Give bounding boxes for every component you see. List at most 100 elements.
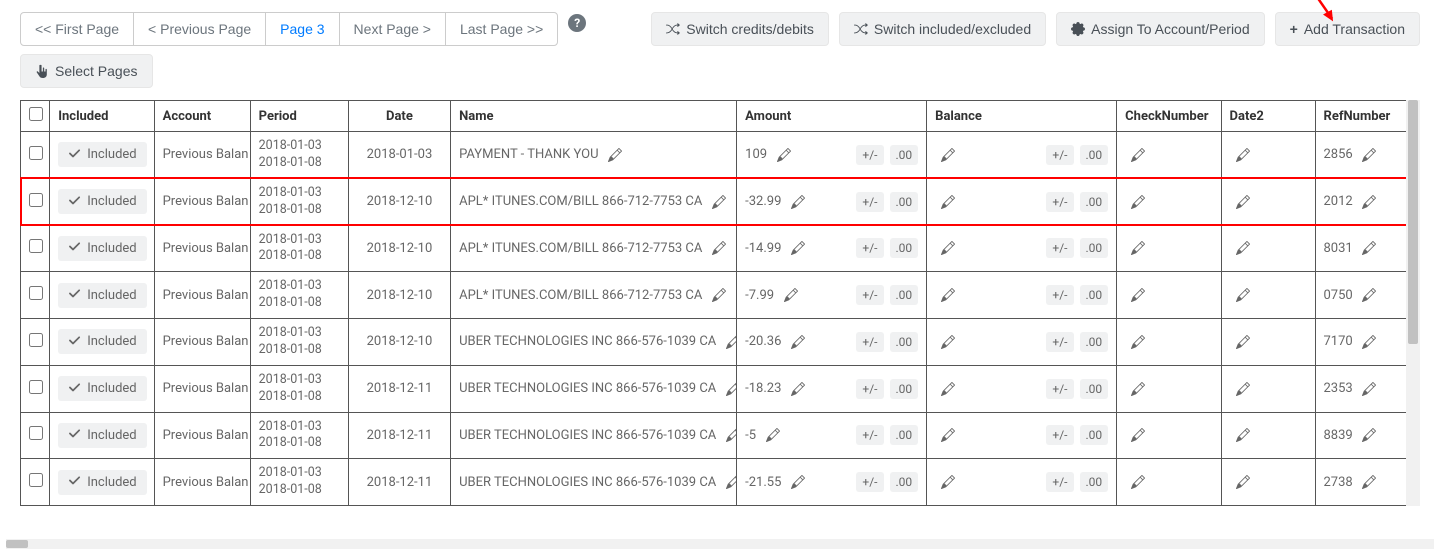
plus-minus-toggle[interactable]: +/-	[1046, 425, 1073, 445]
previous-page-button[interactable]: < Previous Page	[133, 12, 266, 46]
edit-icon[interactable]	[1131, 194, 1145, 209]
edit-icon[interactable]	[1236, 475, 1250, 490]
edit-icon[interactable]	[941, 334, 955, 349]
edit-icon[interactable]	[1362, 475, 1376, 490]
edit-icon[interactable]	[1131, 147, 1145, 162]
row-checkbox[interactable]	[29, 426, 43, 440]
edit-icon[interactable]	[1236, 194, 1250, 209]
header-name[interactable]: Name	[451, 101, 737, 132]
edit-icon[interactable]	[1362, 288, 1376, 303]
edit-icon[interactable]	[941, 475, 955, 490]
decimal-badge[interactable]: .00	[1080, 238, 1109, 258]
edit-icon[interactable]	[941, 241, 955, 256]
plus-minus-toggle[interactable]: +/-	[856, 379, 883, 399]
plus-minus-toggle[interactable]: +/-	[1046, 379, 1073, 399]
edit-icon[interactable]	[1236, 381, 1250, 396]
edit-icon[interactable]	[712, 194, 726, 209]
horizontal-scrollbar-thumb[interactable]	[6, 540, 28, 548]
edit-icon[interactable]	[1131, 288, 1145, 303]
decimal-badge[interactable]: .00	[1080, 332, 1109, 352]
edit-icon[interactable]	[791, 334, 805, 349]
decimal-badge[interactable]: .00	[890, 238, 919, 258]
row-checkbox[interactable]	[29, 239, 43, 253]
plus-minus-toggle[interactable]: +/-	[1046, 145, 1073, 165]
row-checkbox[interactable]	[29, 146, 43, 160]
plus-minus-toggle[interactable]: +/-	[1046, 238, 1073, 258]
edit-icon[interactable]	[791, 241, 805, 256]
decimal-badge[interactable]: .00	[1080, 145, 1109, 165]
edit-icon[interactable]	[941, 194, 955, 209]
plus-minus-toggle[interactable]: +/-	[1046, 192, 1073, 212]
plus-minus-toggle[interactable]: +/-	[1046, 285, 1073, 305]
plus-minus-toggle[interactable]: +/-	[1046, 332, 1073, 352]
decimal-badge[interactable]: .00	[1080, 425, 1109, 445]
edit-icon[interactable]	[726, 428, 737, 443]
edit-icon[interactable]	[784, 288, 798, 303]
plus-minus-toggle[interactable]: +/-	[856, 472, 883, 492]
help-icon[interactable]: ?	[568, 14, 586, 32]
select-pages-button[interactable]: Select Pages	[20, 54, 153, 88]
edit-icon[interactable]	[608, 147, 622, 162]
last-page-button[interactable]: Last Page >>	[445, 12, 558, 46]
plus-minus-toggle[interactable]: +/-	[856, 425, 883, 445]
edit-icon[interactable]	[766, 428, 780, 443]
row-checkbox[interactable]	[29, 473, 43, 487]
edit-icon[interactable]	[941, 147, 955, 162]
edit-icon[interactable]	[726, 334, 737, 349]
header-date2[interactable]: Date2	[1221, 101, 1315, 132]
included-badge[interactable]: Included	[58, 329, 146, 354]
decimal-badge[interactable]: .00	[1080, 472, 1109, 492]
edit-icon[interactable]	[1131, 428, 1145, 443]
plus-minus-toggle[interactable]: +/-	[856, 332, 883, 352]
edit-icon[interactable]	[1236, 288, 1250, 303]
plus-minus-toggle[interactable]: +/-	[856, 238, 883, 258]
edit-icon[interactable]	[1362, 428, 1376, 443]
header-period[interactable]: Period	[250, 101, 348, 132]
included-badge[interactable]: Included	[58, 376, 146, 401]
edit-icon[interactable]	[1131, 475, 1145, 490]
edit-icon[interactable]	[1362, 194, 1376, 209]
edit-icon[interactable]	[1362, 241, 1376, 256]
row-checkbox[interactable]	[29, 380, 43, 394]
header-balance[interactable]: Balance	[927, 101, 1117, 132]
decimal-badge[interactable]: .00	[1080, 379, 1109, 399]
first-page-button[interactable]: << First Page	[20, 12, 134, 46]
decimal-badge[interactable]: .00	[890, 145, 919, 165]
row-checkbox[interactable]	[29, 333, 43, 347]
edit-icon[interactable]	[941, 288, 955, 303]
plus-minus-toggle[interactable]: +/-	[856, 145, 883, 165]
edit-icon[interactable]	[1131, 334, 1145, 349]
row-checkbox[interactable]	[29, 286, 43, 300]
decimal-badge[interactable]: .00	[1080, 285, 1109, 305]
next-page-button[interactable]: Next Page >	[339, 12, 446, 46]
plus-minus-toggle[interactable]: +/-	[856, 285, 883, 305]
vertical-scrollbar-thumb[interactable]	[1408, 100, 1418, 344]
header-amount[interactable]: Amount	[737, 101, 927, 132]
included-badge[interactable]: Included	[58, 189, 146, 214]
included-badge[interactable]: Included	[58, 423, 146, 448]
edit-icon[interactable]	[712, 288, 726, 303]
edit-icon[interactable]	[1236, 428, 1250, 443]
decimal-badge[interactable]: .00	[890, 425, 919, 445]
add-transaction-button[interactable]: + Add Transaction	[1275, 12, 1420, 46]
edit-icon[interactable]	[1131, 381, 1145, 396]
edit-icon[interactable]	[791, 475, 805, 490]
decimal-badge[interactable]: .00	[890, 332, 919, 352]
current-page-button[interactable]: Page 3	[265, 12, 339, 46]
switch-credits-debits-button[interactable]: Switch credits/debits	[651, 12, 829, 46]
edit-icon[interactable]	[791, 381, 805, 396]
edit-icon[interactable]	[777, 147, 791, 162]
included-badge[interactable]: Included	[58, 470, 146, 495]
edit-icon[interactable]	[941, 381, 955, 396]
edit-icon[interactable]	[1236, 334, 1250, 349]
header-ref-number[interactable]: RefNumber	[1315, 101, 1420, 132]
assign-account-period-button[interactable]: Assign To Account/Period	[1056, 12, 1265, 46]
edit-icon[interactable]	[1362, 381, 1376, 396]
edit-icon[interactable]	[791, 194, 805, 209]
edit-icon[interactable]	[726, 475, 737, 490]
edit-icon[interactable]	[1362, 147, 1376, 162]
header-check-number[interactable]: CheckNumber	[1117, 101, 1221, 132]
decimal-badge[interactable]: .00	[890, 379, 919, 399]
included-badge[interactable]: Included	[58, 142, 146, 167]
plus-minus-toggle[interactable]: +/-	[1046, 472, 1073, 492]
